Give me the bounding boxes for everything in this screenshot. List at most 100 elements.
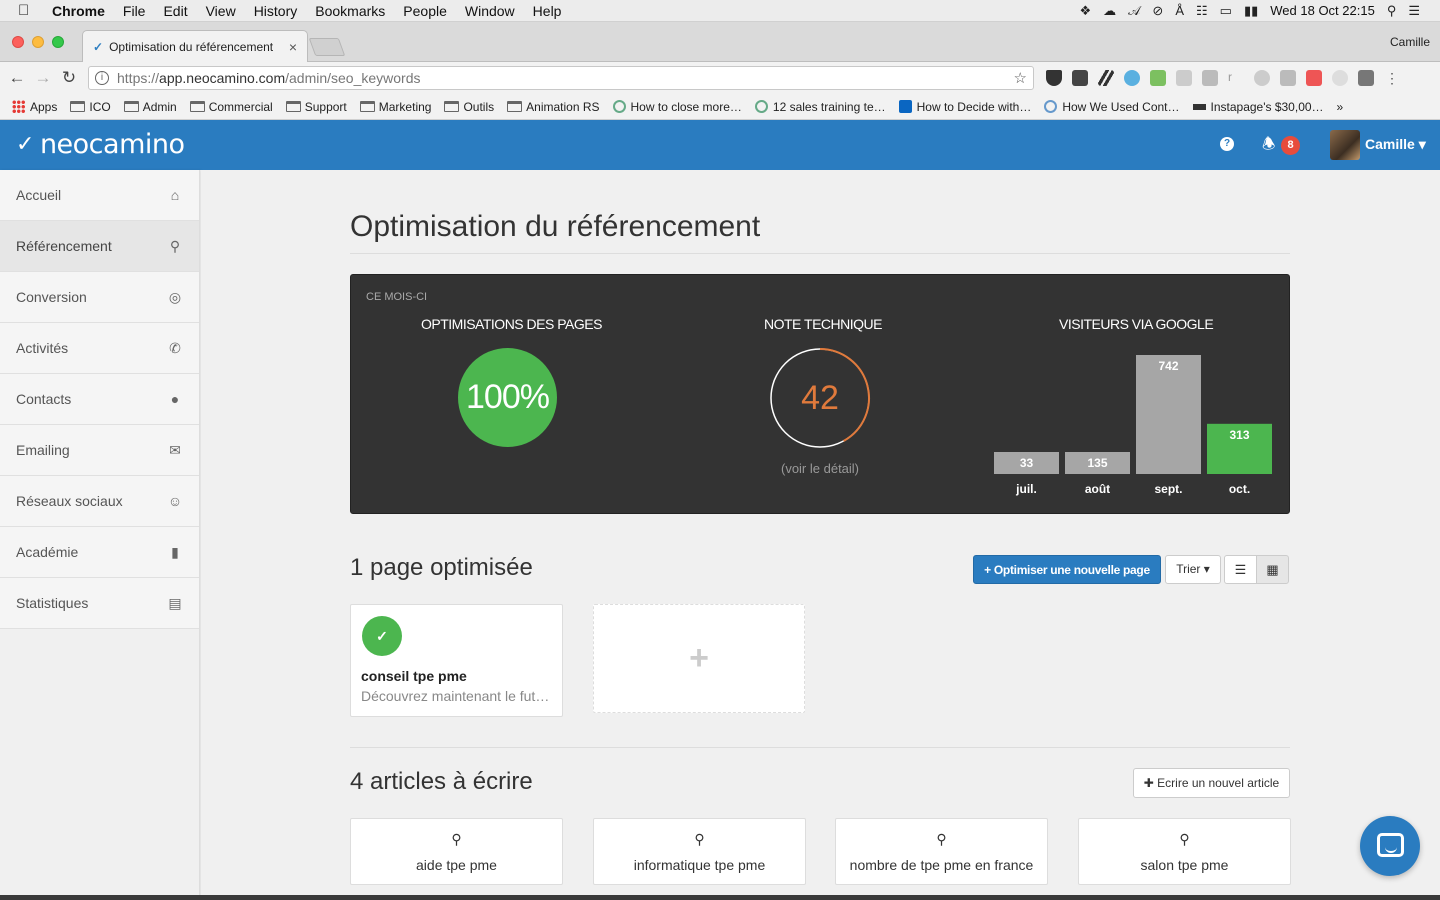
extension-slash-icon[interactable] — [1098, 70, 1114, 86]
bookmark-link[interactable]: 12 sales training te… — [754, 100, 886, 114]
clock[interactable]: Wed 18 Oct 22:15 — [1270, 3, 1375, 18]
add-page-card[interactable]: + — [593, 604, 805, 713]
bookmarks-overflow-icon[interactable]: » — [1337, 100, 1344, 114]
menu-file[interactable]: File — [123, 3, 146, 19]
help-icon[interactable]: ? — [1220, 137, 1234, 151]
extension-gray3-icon[interactable] — [1254, 70, 1270, 86]
home-icon: ⌂ — [170, 187, 180, 203]
bookmark-folder[interactable]: ICO — [70, 100, 111, 114]
bookmark-link[interactable]: How We Used Cont… — [1044, 100, 1180, 114]
extension-red-icon[interactable] — [1306, 70, 1322, 86]
user-menu[interactable]: Camille ▾ — [1365, 136, 1426, 153]
bookmark-apps[interactable]: Apps — [12, 100, 57, 114]
sidebar-item-emailing[interactable]: Emailing ✉ — [0, 425, 199, 476]
extension-shield-icon[interactable] — [1046, 70, 1062, 86]
article-card[interactable]: ⚲ informatique tpe pme — [593, 818, 806, 885]
donotdisturb-icon[interactable]: ⊘ — [1152, 3, 1163, 19]
bluetooth-icon[interactable]: Å — [1175, 3, 1184, 18]
extension-m-icon[interactable] — [1124, 70, 1140, 86]
optimized-page-card[interactable]: ✓ conseil tpe pme Découvrez maintenant l… — [350, 604, 563, 717]
sidebar-item-reseaux-sociaux[interactable]: Réseaux sociaux ☺ — [0, 476, 199, 527]
airplay-icon[interactable]: ▭ — [1220, 3, 1232, 19]
forward-icon[interactable]: → — [30, 68, 56, 88]
article-card[interactable]: ⚲ salon tpe pme — [1078, 818, 1291, 885]
chat-launcher-button[interactable] — [1360, 816, 1420, 876]
battery-icon[interactable]: ▮▮ — [1244, 3, 1258, 19]
extension-gray2-icon[interactable] — [1202, 70, 1218, 86]
sidebar-item-activites[interactable]: Activités ✆ — [0, 323, 199, 374]
profile-name[interactable]: Camille — [1390, 35, 1430, 49]
notification-center-icon[interactable]: ☰ — [1408, 3, 1420, 19]
menu-people[interactable]: People — [403, 3, 447, 19]
bookmark-folder[interactable]: Outils — [444, 100, 494, 114]
extension-tool-icon[interactable] — [1150, 70, 1166, 86]
extension-gray5-icon[interactable] — [1332, 70, 1348, 86]
page-title: Optimisation du référencement — [350, 210, 761, 243]
apple-icon[interactable]:  — [18, 2, 38, 19]
bookmark-folder[interactable]: Commercial — [189, 100, 273, 114]
menu-edit[interactable]: Edit — [163, 3, 187, 19]
address-bar[interactable]: i https:// app.neocamino.com /admin/seo_… — [88, 66, 1034, 90]
sidebar-item-contacts[interactable]: Contacts ● — [0, 374, 199, 425]
plus-icon: + — [689, 639, 709, 677]
menu-app[interactable]: Chrome — [52, 3, 105, 19]
notification-badge[interactable]: 8 — [1281, 136, 1300, 155]
neocamino-favicon-icon: ✓ — [93, 39, 104, 54]
minimize-window-button[interactable] — [32, 36, 44, 48]
sidebar-item-accueil[interactable]: Accueil ⌂ — [0, 170, 199, 221]
bookmark-folder[interactable]: Support — [285, 100, 347, 114]
bookmark-folder[interactable]: Marketing — [359, 100, 431, 114]
bookmark-star-icon[interactable]: ☆ — [1014, 69, 1027, 87]
optimize-page-button[interactable]: + Optimiser une nouvelle page — [973, 555, 1161, 584]
menu-bookmarks[interactable]: Bookmarks — [315, 3, 385, 19]
logo[interactable]: ✓ neocamino — [16, 129, 185, 160]
zoom-window-button[interactable] — [52, 36, 64, 48]
site-favicon-icon — [612, 100, 626, 113]
note-detail-link[interactable]: (voir le détail) — [769, 461, 871, 476]
stats-period: CE MOIS-CI — [366, 291, 428, 303]
chart-value-label: 33 — [1020, 456, 1034, 470]
spotlight-icon[interactable]: ⚲ — [1387, 3, 1397, 19]
cloud-icon[interactable]: ☁ — [1103, 3, 1116, 19]
sort-dropdown[interactable]: Trier ▾ — [1165, 555, 1221, 584]
chrome-menu-icon[interactable]: ⋮ — [1384, 70, 1400, 86]
bookmark-link[interactable]: How to Decide with… — [898, 100, 1031, 114]
target-icon: ◎ — [168, 288, 182, 305]
bookmark-link[interactable]: Instapage's $30,00… — [1192, 100, 1324, 114]
wifi-icon[interactable]: ☷ — [1196, 3, 1208, 19]
article-card[interactable]: ⚲ nombre de tpe pme en france — [835, 818, 1048, 885]
article-card[interactable]: ⚲ aide tpe pme — [350, 818, 563, 885]
new-tab-button[interactable] — [308, 38, 346, 56]
list-view-button[interactable]: ☰ — [1224, 555, 1257, 584]
sidebar-item-referencement[interactable]: Référencement ⚲ — [0, 221, 199, 272]
extension-gray1-icon[interactable] — [1176, 70, 1192, 86]
sidebar-item-conversion[interactable]: Conversion ◎ — [0, 272, 199, 323]
sidebar-item-statistiques[interactable]: Statistiques ▤ — [0, 578, 199, 629]
write-article-button[interactable]: ✚ Ecrire un nouvel article — [1133, 768, 1290, 798]
menu-view[interactable]: View — [206, 3, 236, 19]
bookmark-link[interactable]: How to close more… — [612, 100, 742, 114]
menu-help[interactable]: Help — [533, 3, 562, 19]
sidebar-item-academie[interactable]: Académie ▮ — [0, 527, 199, 578]
reload-icon[interactable]: ↻ — [56, 68, 82, 88]
menu-history[interactable]: History — [254, 3, 298, 19]
close-window-button[interactable] — [12, 36, 24, 48]
back-icon[interactable]: ← — [4, 68, 30, 88]
close-tab-icon[interactable]: × — [289, 39, 297, 55]
browser-tab-active[interactable]: ✓ Optimisation du référencement × — [82, 30, 308, 62]
bookmark-folder[interactable]: Admin — [123, 100, 177, 114]
dropbox-icon[interactable]: ❖ — [1079, 3, 1091, 19]
menu-window[interactable]: Window — [465, 3, 515, 19]
mac-menubar:  Chrome File Edit View History Bookmark… — [0, 0, 1440, 22]
bookmark-folder[interactable]: Animation RS — [507, 100, 600, 114]
grid-view-button[interactable]: ▦ — [1256, 555, 1289, 584]
extension-r-icon[interactable]: r — [1228, 70, 1244, 86]
extension-mixmax-icon[interactable] — [1072, 70, 1088, 86]
extension-gray4-icon[interactable] — [1280, 70, 1296, 86]
chart-value-label: 135 — [1087, 456, 1107, 470]
avatar[interactable] — [1330, 130, 1360, 160]
site-info-icon[interactable]: i — [95, 71, 109, 85]
extension-gray6-icon[interactable] — [1358, 70, 1374, 86]
script-icon[interactable]: 𝒜 — [1128, 3, 1140, 19]
bell-icon[interactable]: 🕭 — [1262, 134, 1275, 159]
